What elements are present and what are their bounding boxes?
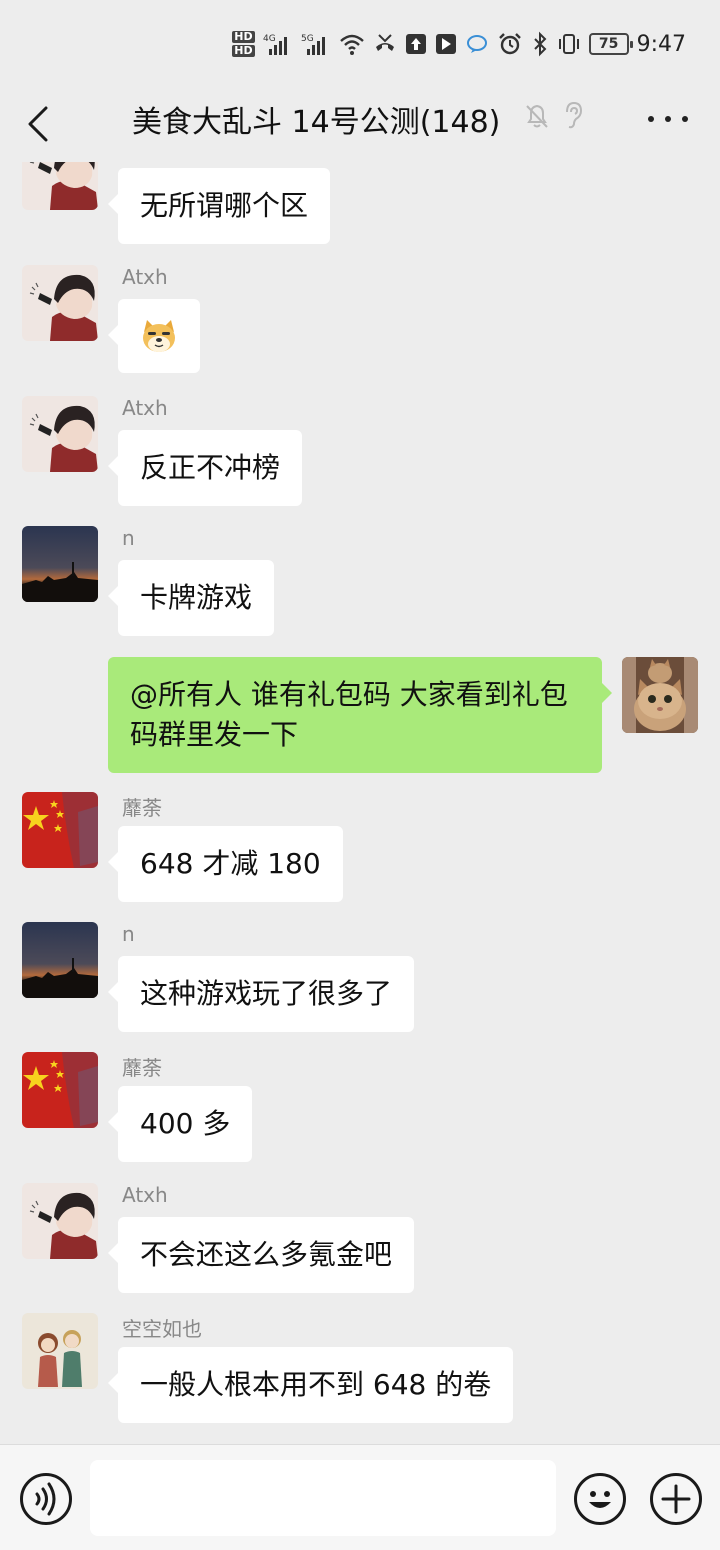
sender-name: Atxh: [122, 1183, 168, 1207]
sender-name: 蘼荼: [122, 1056, 162, 1080]
boy-avatar[interactable]: [22, 162, 98, 210]
boy-avatar[interactable]: [22, 1183, 98, 1259]
emoji-button[interactable]: [574, 1473, 626, 1525]
hd2-label: HD: [232, 44, 255, 57]
more-button[interactable]: [648, 104, 688, 134]
sunset-avatar[interactable]: [22, 922, 98, 998]
input-bar: [0, 1444, 720, 1550]
signal-5g-icon: 5G: [301, 34, 325, 55]
missed-call-icon: [375, 34, 394, 51]
flag-avatar[interactable]: [22, 792, 98, 868]
status-bar: HD HD 4G 5G 75 9:47: [0, 0, 720, 86]
status-icons: HD HD 4G 5G 75 9:47: [232, 28, 686, 60]
cat-avatar[interactable]: [622, 657, 698, 733]
flag-avatar[interactable]: [22, 1052, 98, 1128]
sender-name: n: [122, 526, 135, 550]
message-bubble[interactable]: 一般人根本用不到 648 的卷: [107, 1347, 514, 1423]
sender-name: 空空如也: [122, 1317, 202, 1341]
voice-button[interactable]: [20, 1473, 72, 1525]
sender-name: Atxh: [122, 396, 168, 420]
doge-emoji-icon: [143, 320, 175, 352]
message-bubble[interactable]: 648 才减 180: [108, 826, 343, 902]
my-message-bubble[interactable]: @所有人 谁有礼包码 大家看到礼包码群里发一下: [108, 657, 612, 773]
message-bubble[interactable]: 这种游戏玩了很多了: [107, 956, 415, 1032]
more-icon: [648, 116, 654, 122]
app-notification-icon: [435, 34, 456, 54]
net1-label: 4G: [263, 34, 276, 44]
sunset-avatar[interactable]: [22, 526, 98, 602]
wifi-icon: [339, 34, 364, 55]
alarm-icon: [498, 33, 521, 55]
hd1-label: HD: [232, 30, 255, 43]
battery-indicator: 75: [588, 33, 633, 55]
clock: 9:47: [636, 31, 686, 57]
back-icon: [28, 106, 48, 142]
mute-icon: [526, 104, 548, 128]
chat-messages[interactable]: 无所谓哪个区 Atxh Atxh 反正不冲榜 n 卡牌游戏 @所有人 谁有礼包码…: [0, 162, 720, 1444]
voice-icon: [35, 1482, 56, 1516]
bluetooth-icon: [533, 31, 547, 57]
message-bubble[interactable]: 卡牌游戏: [107, 560, 275, 636]
plus-icon: [661, 1484, 691, 1514]
couple-avatar[interactable]: [22, 1313, 98, 1389]
title-bar: 美食大乱斗 14号公测(148): [0, 86, 720, 162]
message-bubble[interactable]: 不会还这么多氪金吧: [107, 1217, 415, 1293]
boy-avatar[interactable]: [22, 396, 98, 472]
chat-notification-icon: [466, 35, 487, 53]
message-input[interactable]: [90, 1460, 556, 1536]
emoji-icon: [589, 1491, 611, 1508]
hd-indicator: HD HD: [232, 30, 255, 58]
back-button[interactable]: [18, 96, 58, 152]
signal-4g-icon: 4G: [263, 34, 287, 55]
message-bubble[interactable]: 无所谓哪个区: [107, 168, 331, 244]
net2-label: 5G: [301, 34, 314, 44]
boy-avatar[interactable]: [22, 265, 98, 341]
upload-icon: [405, 34, 426, 54]
message-bubble[interactable]: [108, 299, 200, 373]
chat-title: 美食大乱斗 14号公测(148): [132, 105, 501, 140]
message-bubble[interactable]: 反正不冲榜: [107, 430, 303, 506]
message-bubble[interactable]: 400 多: [107, 1086, 253, 1162]
more-functions-button[interactable]: [650, 1473, 702, 1525]
ear-icon: [566, 101, 583, 129]
sender-name: 蘼荼: [122, 796, 162, 820]
vibrate-icon: [558, 34, 579, 54]
sender-name: Atxh: [122, 265, 168, 289]
sender-name: n: [122, 922, 135, 946]
